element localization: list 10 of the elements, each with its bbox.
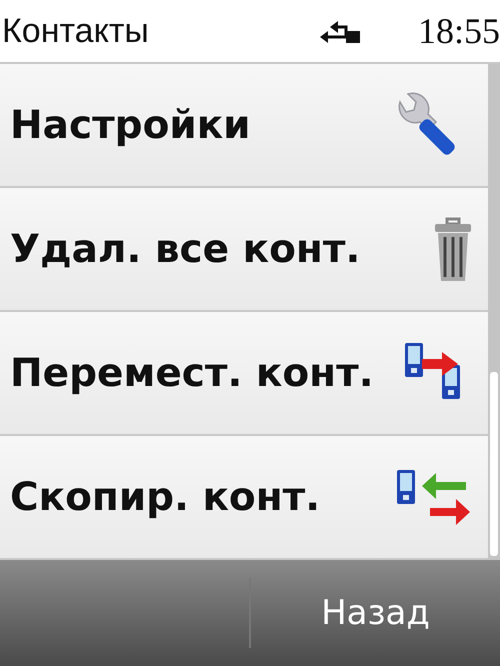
menu-item[interactable]: Скопир. конт. bbox=[0, 436, 488, 560]
menu-item[interactable]: Перемест. конт. bbox=[0, 312, 488, 436]
screen-title: Контакты bbox=[2, 12, 150, 50]
scrollbar[interactable] bbox=[488, 64, 500, 560]
menu-item[interactable]: Удал. все конт. bbox=[0, 188, 488, 312]
menu-item[interactable]: Настройки bbox=[0, 64, 488, 188]
trash-icon bbox=[434, 215, 472, 283]
clock: 18:55 bbox=[418, 10, 500, 52]
back-button[interactable]: Назад bbox=[313, 589, 438, 637]
phone-sync-icon bbox=[396, 468, 472, 526]
